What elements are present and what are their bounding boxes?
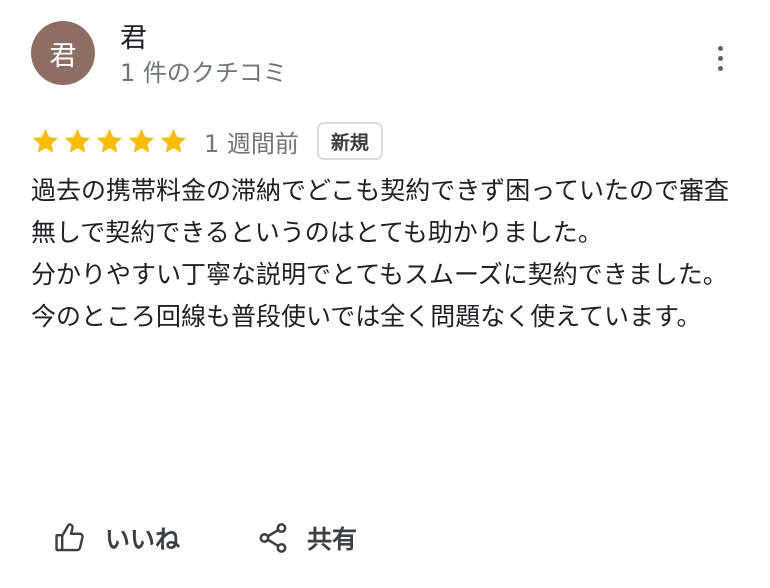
like-label: いいね — [105, 525, 181, 554]
review-paragraph: 今のところ回線も普段使いでは全く問題なく使えています。 — [31, 302, 702, 331]
more-options-button[interactable] — [704, 38, 736, 78]
like-button[interactable]: いいね — [53, 520, 180, 556]
star-icon — [33, 128, 58, 153]
review-time: 1 週間前 — [204, 129, 299, 158]
rating-row: 1 週間前 新規 — [31, 119, 383, 163]
star-icon — [97, 128, 122, 153]
new-badge: 新規 — [316, 122, 383, 160]
star-icon — [161, 128, 186, 153]
reviewer-name[interactable]: 君 — [120, 22, 147, 56]
review-text: 過去の携帯料金の滞納でどこも契約できず困っていたので審査無しで契約できるというの… — [31, 170, 736, 338]
reviewer-review-count: 1 件のクチコミ — [120, 59, 287, 87]
more-vert-icon — [717, 45, 723, 51]
review-paragraph: 過去の携帯料金の滞納でどこも契約できず困っていたので審査無しで契約できるというの… — [31, 176, 730, 247]
thumb-up-icon — [55, 523, 84, 552]
share-icon — [259, 523, 287, 553]
star-icon — [65, 128, 90, 153]
star-icon — [129, 128, 154, 153]
more-vert-icon-dot — [717, 55, 723, 61]
share-label: 共有 — [307, 525, 358, 554]
avatar[interactable]: 君 — [31, 21, 95, 85]
star-rating — [31, 127, 188, 156]
review-paragraph: 分かりやすい丁寧な説明でとてもスムーズに契約できました。 — [31, 260, 728, 289]
more-vert-icon-dot — [717, 65, 723, 71]
share-button[interactable]: 共有 — [256, 520, 357, 556]
review-actions: いいね 共有 — [53, 516, 357, 560]
